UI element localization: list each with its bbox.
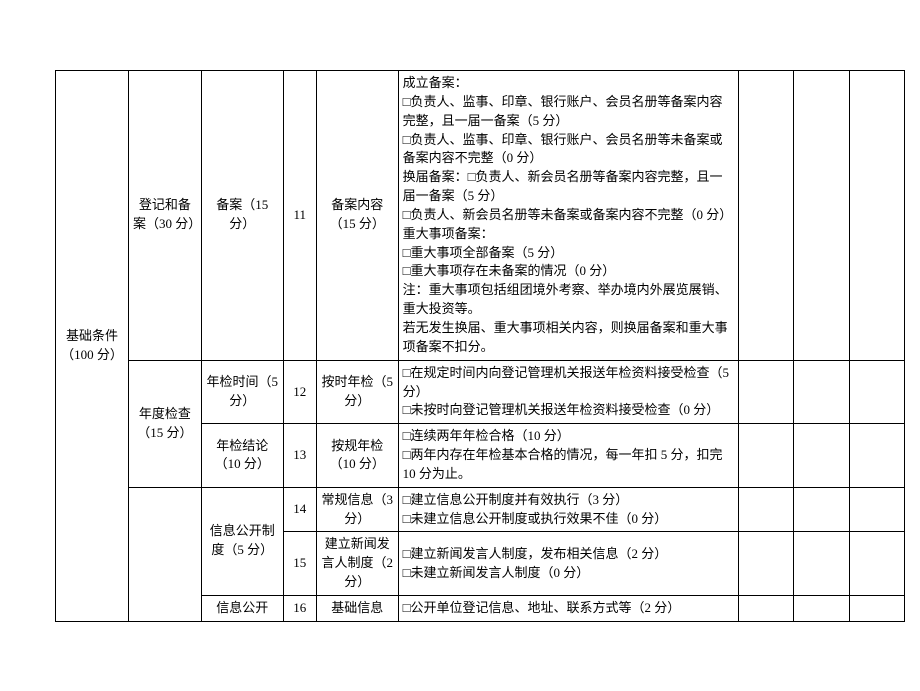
cell-item: 备案（15 分）	[201, 71, 283, 361]
cell-criteria: □公开单位登记信息、地址、联系方式等（2 分）	[398, 595, 738, 621]
cell-score1	[739, 424, 794, 488]
cell-criteria: □在规定时间内向登记管理机关报送年检资料接受检查（5 分） □未按时向登记管理机…	[398, 360, 738, 424]
cell-score3	[849, 360, 904, 424]
cell-score1	[739, 595, 794, 621]
cell-metric: 按时年检（5 分）	[316, 360, 398, 424]
cell-index: 14	[283, 487, 316, 532]
cell-score3	[849, 424, 904, 488]
cell-score1	[739, 532, 794, 596]
cell-score2	[794, 487, 849, 532]
cell-index: 13	[283, 424, 316, 488]
evaluation-rubric-table: 基础条件（100 分） 登记和备案（30 分） 备案（15 分） 11 备案内容…	[55, 70, 905, 622]
cell-score3	[849, 71, 904, 361]
cell-item: 信息公开制度（5 分）	[201, 487, 283, 595]
cell-score2	[794, 424, 849, 488]
cell-criteria: □连续两年年检合格（10 分） □两年内存在年检基本合格的情况，每一年扣 5 分…	[398, 424, 738, 488]
cell-criteria: 成立备案： □负责人、监事、印章、银行账户、会员名册等备案内容完整，且一届一备案…	[398, 71, 738, 361]
cell-score2	[794, 360, 849, 424]
cell-score3	[849, 532, 904, 596]
table-row: 年度检查（15 分） 年检时间（5 分） 12 按时年检（5 分） □在规定时间…	[56, 360, 905, 424]
cell-item: 年检时间（5 分）	[201, 360, 283, 424]
table-row: 信息公开制度（5 分） 14 常规信息（3 分） □建立信息公开制度并有效执行（…	[56, 487, 905, 532]
cell-subcategory: 登记和备案（30 分）	[128, 71, 201, 361]
cell-item: 信息公开	[201, 595, 283, 621]
cell-metric: 建立新闻发言人制度（2 分）	[316, 532, 398, 596]
cell-metric: 备案内容（15 分）	[316, 71, 398, 361]
cell-index: 15	[283, 532, 316, 596]
cell-score1	[739, 487, 794, 532]
cell-score3	[849, 595, 904, 621]
cell-score1	[739, 360, 794, 424]
cell-score2	[794, 532, 849, 596]
cell-index: 12	[283, 360, 316, 424]
cell-criteria: □建立新闻发言人制度，发布相关信息（2 分） □未建立新闻发言人制度（0 分）	[398, 532, 738, 596]
cell-index: 11	[283, 71, 316, 361]
cell-criteria: □建立信息公开制度并有效执行（3 分） □未建立信息公开制度或执行效果不佳（0 …	[398, 487, 738, 532]
cell-score2	[794, 595, 849, 621]
cell-item: 年检结论（10 分）	[201, 424, 283, 488]
cell-index: 16	[283, 595, 316, 621]
cell-category: 基础条件（100 分）	[56, 71, 129, 622]
cell-score2	[794, 71, 849, 361]
cell-subcategory: 年度检查（15 分）	[128, 360, 201, 487]
cell-metric: 按规年检（10 分）	[316, 424, 398, 488]
cell-score3	[849, 487, 904, 532]
table-row: 基础条件（100 分） 登记和备案（30 分） 备案（15 分） 11 备案内容…	[56, 71, 905, 361]
cell-subcategory	[128, 487, 201, 621]
cell-score1	[739, 71, 794, 361]
cell-metric: 基础信息	[316, 595, 398, 621]
cell-metric: 常规信息（3 分）	[316, 487, 398, 532]
